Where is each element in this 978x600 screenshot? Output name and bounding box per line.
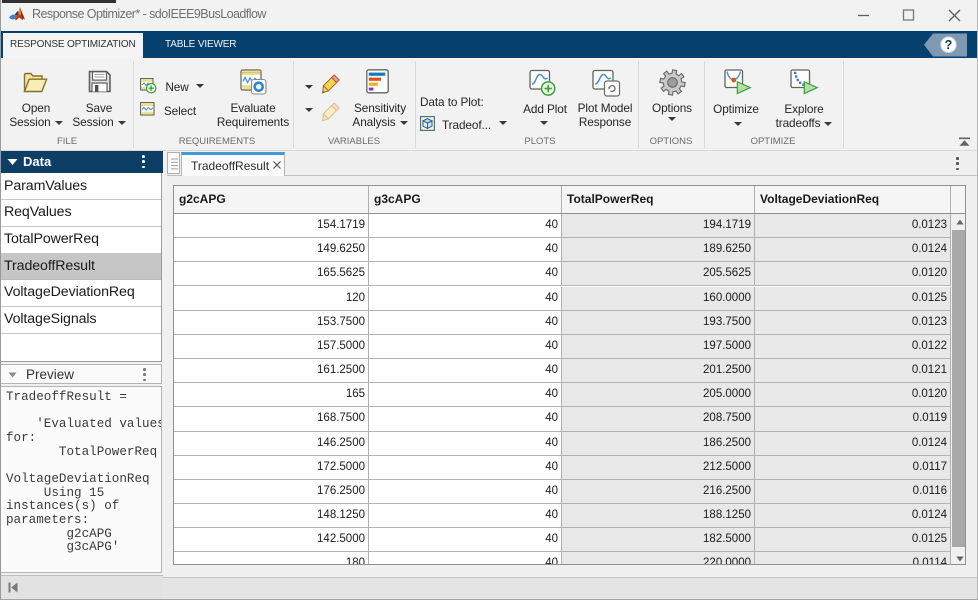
svg-text:?: ? bbox=[945, 38, 953, 52]
